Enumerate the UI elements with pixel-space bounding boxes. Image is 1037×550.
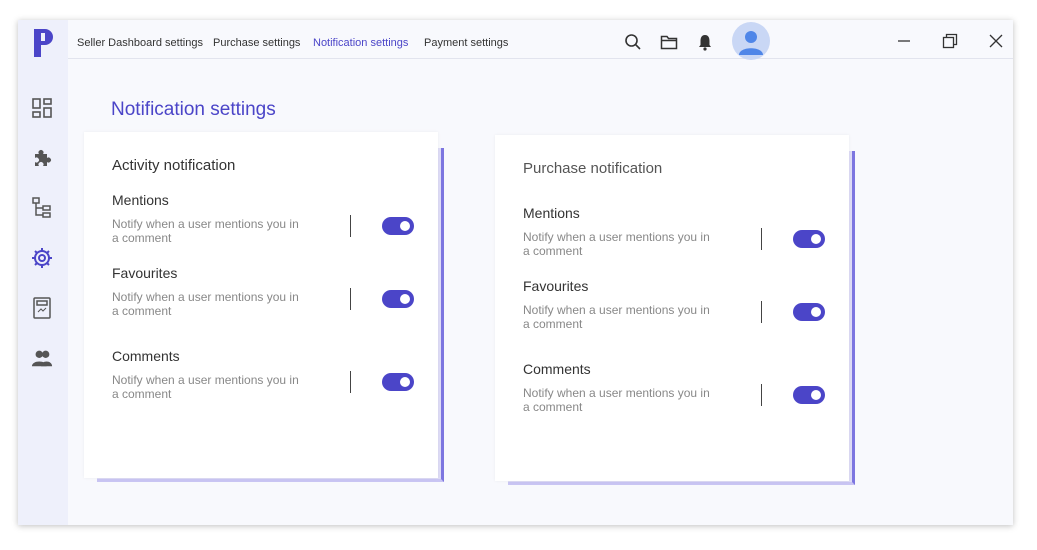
tab-seller-dashboard-settings[interactable]: Seller Dashboard settings — [77, 37, 203, 49]
setting-title-mentions: Mentions — [523, 205, 580, 221]
toggle-comments[interactable] — [382, 373, 414, 391]
close-icon[interactable] — [988, 33, 1004, 49]
toggle-favourites[interactable] — [793, 303, 825, 321]
toggle-favourites[interactable] — [382, 290, 414, 308]
setting-description: Notify when a user mentions you in a com… — [523, 230, 710, 258]
toggle-knob — [400, 221, 410, 231]
puzzle-icon[interactable] — [31, 147, 53, 169]
tab-payment-settings[interactable]: Payment settings — [424, 37, 508, 49]
top-navigation-bar: Seller Dashboard settings Purchase setti… — [68, 20, 1013, 60]
users-icon[interactable] — [31, 347, 53, 369]
toggle-knob — [811, 234, 821, 244]
toggle-mentions[interactable] — [382, 217, 414, 235]
user-icon — [739, 31, 763, 55]
tab-notification-settings[interactable]: Notification settings — [313, 37, 408, 49]
setting-description: Notify when a user mentions you in a com… — [112, 290, 299, 318]
setting-title-comments: Comments — [523, 361, 591, 377]
toggle-knob — [400, 377, 410, 387]
folder-icon[interactable] — [660, 33, 678, 51]
toggle-knob — [811, 390, 821, 400]
setting-description: Notify when a user mentions you in a com… — [523, 303, 710, 331]
divider — [761, 228, 762, 250]
toggle-knob — [811, 307, 821, 317]
app-logo — [34, 29, 53, 57]
setting-description: Notify when a user mentions you in a com… — [112, 373, 299, 401]
minimize-icon[interactable] — [896, 33, 912, 49]
divider — [761, 301, 762, 323]
activity-notification-card: Activity notification Mentions Notify wh… — [84, 132, 438, 478]
setting-title-favourites: Favourites — [112, 265, 178, 281]
toggle-mentions[interactable] — [793, 230, 825, 248]
toggle-knob — [400, 294, 410, 304]
dashboard-grid-icon[interactable] — [31, 97, 53, 119]
divider — [350, 371, 351, 393]
bell-icon[interactable] — [696, 33, 714, 51]
tab-purchase-settings[interactable]: Purchase settings — [213, 37, 300, 49]
search-icon[interactable] — [624, 33, 642, 51]
page-title: Notification settings — [111, 99, 276, 120]
avatar[interactable] — [732, 22, 770, 60]
setting-description: Notify when a user mentions you in a com… — [523, 386, 710, 414]
setting-title-comments: Comments — [112, 348, 180, 364]
divider — [350, 215, 351, 237]
card-title: Purchase notification — [523, 160, 663, 177]
setting-title-favourites: Favourites — [523, 278, 589, 294]
calculator-icon[interactable] — [31, 297, 53, 319]
app-window: Seller Dashboard settings Purchase setti… — [18, 20, 1013, 525]
card-title: Activity notification — [112, 157, 236, 174]
toggle-comments[interactable] — [793, 386, 825, 404]
hierarchy-icon[interactable] — [31, 197, 53, 219]
divider — [761, 384, 762, 406]
settings-gear-icon[interactable] — [31, 247, 53, 269]
restore-icon[interactable] — [942, 33, 958, 49]
divider — [350, 288, 351, 310]
setting-description: Notify when a user mentions you in a com… — [112, 217, 299, 245]
sidebar — [18, 20, 68, 525]
purchase-notification-card: Purchase notification Mentions Notify wh… — [495, 135, 849, 481]
setting-title-mentions: Mentions — [112, 192, 169, 208]
